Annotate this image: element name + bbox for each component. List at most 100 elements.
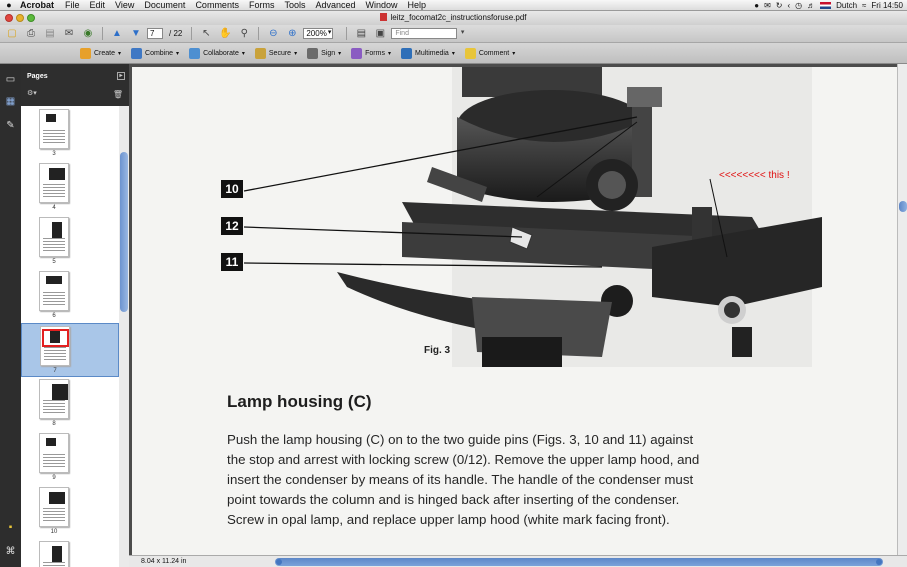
- input-language[interactable]: Dutch: [836, 0, 857, 11]
- marquee-zoom-icon[interactable]: ⚲: [236, 27, 252, 41]
- document-area[interactable]: 10 12 11 Fig. 3 <<<<<<<< this ! Lamp hou…: [129, 64, 897, 555]
- scroll-left-cap[interactable]: [276, 559, 282, 565]
- hand-tool-icon[interactable]: ✋: [217, 27, 233, 41]
- bookmarks-icon[interactable]: ▦: [4, 96, 17, 108]
- chevron-down-icon: ▾: [387, 50, 391, 57]
- thumbnail-image: [39, 379, 69, 419]
- skype-icon[interactable]: ●: [754, 0, 759, 11]
- pdf-page[interactable]: 10 12 11 Fig. 3 <<<<<<<< this ! Lamp hou…: [132, 67, 897, 555]
- sign-button[interactable]: Sign ▾: [307, 47, 341, 59]
- scrollbar-knob[interactable]: [899, 201, 907, 212]
- bluetooth-icon[interactable]: ‹: [787, 0, 790, 11]
- mail-icon[interactable]: ✉: [764, 0, 771, 11]
- print-icon[interactable]: ⎙: [23, 27, 39, 41]
- combine-button[interactable]: Combine ▾: [131, 47, 179, 59]
- zoom-window-button[interactable]: [27, 14, 35, 22]
- comments-icon[interactable]: ▪: [4, 522, 17, 534]
- wifi-icon[interactable]: ≈: [862, 0, 866, 11]
- page-number-input[interactable]: 7: [147, 28, 163, 39]
- create-icon: [80, 47, 91, 59]
- sync-icon[interactable]: ↻: [776, 0, 783, 11]
- menu-forms[interactable]: Forms: [244, 0, 280, 11]
- menu-view[interactable]: View: [110, 0, 139, 11]
- forms-button[interactable]: Forms ▾: [351, 47, 391, 59]
- user-annotation[interactable]: <<<<<<<< this !: [719, 170, 790, 181]
- close-window-button[interactable]: [5, 14, 13, 22]
- menu-tools[interactable]: Tools: [279, 0, 310, 11]
- apple-menu-icon[interactable]: ●: [0, 0, 18, 11]
- toolbar-divider: [258, 27, 260, 40]
- close-panel-icon[interactable]: ▸: [117, 72, 125, 80]
- page-thumbnail[interactable]: 4: [21, 161, 119, 215]
- menu-clock[interactable]: Fri 14:50: [871, 0, 903, 11]
- page-thumbnail[interactable]: 6: [21, 269, 119, 323]
- create-button[interactable]: Create ▾: [80, 47, 122, 59]
- previous-page-icon[interactable]: ▲: [109, 27, 125, 41]
- menu-window[interactable]: Window: [361, 0, 403, 11]
- menu-edit[interactable]: Edit: [85, 0, 111, 11]
- scrolling-mode-icon[interactable]: ▤: [353, 27, 369, 41]
- options-icon[interactable]: ⚙▾: [27, 90, 37, 97]
- menu-advanced[interactable]: Advanced: [310, 0, 360, 11]
- page-thumbnail[interactable]: 5: [21, 215, 119, 269]
- attachments-icon[interactable]: ⌘: [4, 546, 17, 558]
- menu-help[interactable]: Help: [403, 0, 432, 11]
- next-page-icon[interactable]: ▼: [128, 27, 144, 41]
- page-thumbnail[interactable]: 9: [21, 431, 119, 485]
- page-thumbnail[interactable]: 11: [21, 539, 119, 567]
- signatures-icon[interactable]: ✎: [4, 120, 17, 132]
- thumbnail-image: [39, 487, 69, 527]
- thumbnail-list[interactable]: 3 4 5 6 7 8 9 10 11: [21, 106, 119, 567]
- email-icon[interactable]: ✉: [61, 27, 77, 41]
- zoom-in-icon[interactable]: ⊕: [284, 27, 300, 41]
- select-tool-icon[interactable]: ↖: [198, 27, 214, 41]
- secure-button[interactable]: Secure ▾: [254, 47, 297, 59]
- collaborate-icon[interactable]: ◉: [80, 27, 96, 41]
- zoom-level-select[interactable]: 200%: [303, 28, 334, 39]
- page-total: / 22: [169, 29, 183, 38]
- page-thumbnail[interactable]: 10: [21, 485, 119, 539]
- pages-panel: Pages ▸ ⚙▾ 🗑 3 4 5 6 7 8 9 10 11: [21, 64, 129, 567]
- thumbnail-image: [39, 217, 69, 257]
- scrollbar-knob[interactable]: [120, 152, 128, 312]
- scroll-right-cap[interactable]: [876, 559, 882, 565]
- find-input[interactable]: Find: [391, 28, 464, 39]
- fit-page-icon[interactable]: ▣: [372, 27, 388, 41]
- chevron-down-icon: ▾: [512, 50, 516, 57]
- flag-icon: [820, 2, 832, 9]
- window-title: leitz_focomat2c_instructionsforuse.pdf: [390, 13, 527, 22]
- menu-file[interactable]: File: [60, 0, 85, 11]
- toolbar-divider: [102, 27, 103, 40]
- page-thumbnail[interactable]: 7: [21, 323, 119, 377]
- zoom-out-icon[interactable]: ⊖: [265, 27, 281, 41]
- collaborate-button[interactable]: Collaborate ▾: [189, 47, 245, 59]
- pages-icon[interactable]: ▭: [4, 74, 17, 86]
- volume-icon[interactable]: ♬: [807, 0, 815, 11]
- paragraph-line: Push the lamp housing (C) on to the two …: [227, 432, 694, 447]
- thumbnail-image: [39, 433, 69, 473]
- menu-document[interactable]: Document: [139, 0, 190, 11]
- menu-comments[interactable]: Comments: [190, 0, 244, 11]
- tasks-toolbar: Create ▾ Combine ▾ Collaborate ▾ Secure ▾ Si…: [0, 43, 907, 64]
- page-thumbnail[interactable]: 3: [21, 107, 119, 161]
- page-thumbnail[interactable]: 8: [21, 377, 119, 431]
- paragraph-line: the stop and arrest with locking screw (…: [227, 452, 700, 467]
- vertical-scrollbar[interactable]: [897, 64, 907, 555]
- trash-icon[interactable]: 🗑: [113, 90, 123, 99]
- current-view-box[interactable]: [42, 329, 69, 347]
- chevron-down-icon: ▾: [118, 50, 122, 57]
- open-folder-icon[interactable]: ▢: [4, 27, 20, 41]
- save-icon[interactable]: ▤: [42, 27, 58, 41]
- thumbnail-scrollbar[interactable]: [119, 106, 129, 567]
- multimedia-button[interactable]: Multimedia ▾: [400, 47, 455, 59]
- minimize-window-button[interactable]: [16, 14, 24, 22]
- time-machine-icon[interactable]: ◷: [795, 0, 802, 11]
- toolbar-divider: [191, 27, 193, 40]
- comment-button[interactable]: Comment ▾: [464, 47, 516, 59]
- horizontal-scrollbar[interactable]: [275, 558, 883, 566]
- combine-icon: [131, 47, 143, 59]
- speech-bubble-icon: [464, 47, 476, 59]
- thumbnail-page-number: 10: [50, 529, 58, 535]
- pages-panel-header: Pages ▸: [21, 64, 129, 89]
- app-menu[interactable]: Acrobat: [18, 0, 60, 11]
